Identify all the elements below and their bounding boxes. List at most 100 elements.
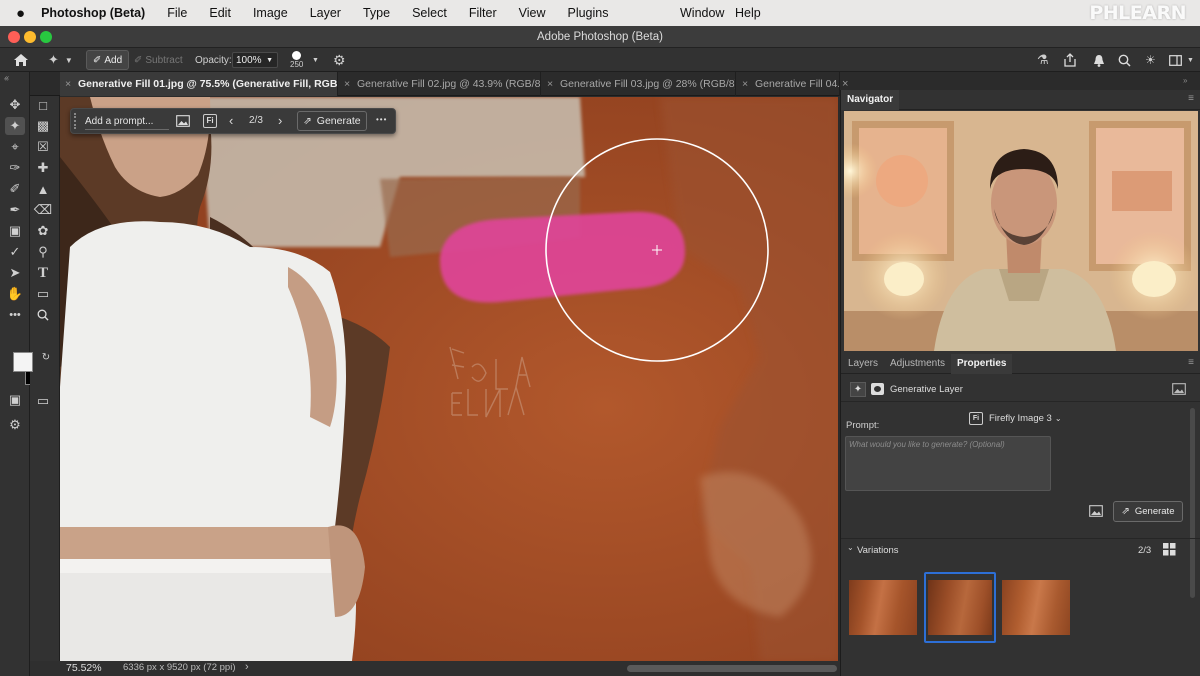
crop-tool-icon[interactable]: ⌖ [5,138,25,156]
menu-help[interactable]: Help [735,6,761,20]
model-picker[interactable]: Fi Firefly Image 3 ⌄ [969,412,1062,425]
rectangle-marquee-tool-icon[interactable]: □ [33,96,53,114]
collapse-dock-icon[interactable]: » [1183,76,1187,85]
navigator-preview[interactable] [844,111,1198,351]
chevron-down-icon[interactable]: ▼ [1187,48,1194,72]
pen-tool-icon[interactable]: ✓ [5,243,25,261]
document-tab-1[interactable]: × Generative Fill 01.jpg @ 75.5% (Genera… [60,72,338,96]
reference-image-icon[interactable] [1089,505,1103,520]
variation-thumbnail-1[interactable] [849,580,917,635]
menu-type[interactable]: Type [363,6,390,20]
zoom-level[interactable]: 75.52% [66,662,102,674]
apple-icon[interactable]: ● [16,6,25,21]
variation-thumbnail-2-selected[interactable] [924,572,996,643]
gradient-tool-icon[interactable]: ▣ [5,222,25,240]
beaker-icon[interactable]: ⚗ [1037,48,1049,72]
brush-size-picker[interactable]: 250 [290,48,303,72]
prompt-textarea[interactable]: What would you like to generate? (Option… [845,436,1051,491]
stamp-tool-icon[interactable]: ▲ [33,180,53,198]
menu-image[interactable]: Image [253,6,288,20]
home-button[interactable] [13,48,29,72]
variation-thumbnail-3[interactable] [1002,580,1070,635]
rectangle-tool-icon[interactable]: ▭ [33,285,53,303]
panel-menu-icon[interactable]: ≡ [1188,93,1194,104]
eyedropper-tool-icon[interactable]: ✑ [5,159,25,177]
more-options-button[interactable]: ••• [376,115,387,124]
add-mode-button[interactable]: ✐ Add [86,50,130,70]
hand-tool-icon[interactable]: ✋ [5,285,25,303]
generate-button[interactable]: ⇗ Generate [1113,501,1183,522]
firefly-model-icon[interactable]: Fi [203,114,217,128]
menu-edit[interactable]: Edit [209,6,231,20]
quick-mask-icon[interactable]: ▣ [5,391,25,409]
type-tool-icon[interactable]: T [33,264,53,282]
minimize-window-button[interactable] [24,31,36,43]
search-icon[interactable] [1118,48,1131,72]
more-tools-icon[interactable]: ••• [5,306,25,324]
subtract-mode-button[interactable]: ✐ Subtract [134,48,183,72]
swap-colors-icon[interactable]: ↻ [36,348,56,366]
screen-mode-icon[interactable]: ⚙ [5,416,25,434]
menu-window[interactable]: Window [680,6,724,20]
gear-icon[interactable]: ⚙ [333,48,346,72]
menu-filter[interactable]: Filter [469,6,497,20]
tab-navigator[interactable]: Navigator [841,90,900,110]
chevron-down-icon[interactable]: ▼ [312,48,319,72]
panel-scrollbar[interactable] [1190,408,1195,598]
close-tab-icon[interactable]: × [547,72,553,96]
clone-stamp-tool-icon[interactable]: ✒ [5,201,25,219]
zoom-window-button[interactable] [40,31,52,43]
variations-label: Variations [857,545,899,556]
document-canvas[interactable] [60,97,838,661]
spot-healing-tool-icon[interactable]: ✚ [33,159,53,177]
prompt-input[interactable]: Add a prompt... [85,113,169,130]
move-tool-icon[interactable]: ✥ [5,96,25,114]
workspace-icon[interactable] [1169,48,1182,72]
blur-tool-icon[interactable]: ✿ [33,222,53,240]
opacity-field[interactable]: 100% ▼ [232,52,278,68]
change-screen-mode-icon[interactable]: ▭ [33,392,53,410]
path-selection-tool-icon[interactable]: ➤ [5,264,25,282]
tab-overflow-icon[interactable]: × [842,78,848,90]
document-tab-4[interactable]: × Generative Fill 04. [737,72,840,96]
foreground-color-swatch[interactable] [13,352,33,372]
panel-menu-icon[interactable]: ≡ [1188,357,1194,368]
menu-file[interactable]: File [167,6,187,20]
zoom-tool-icon[interactable] [33,306,53,324]
menu-select[interactable]: Select [412,6,447,20]
generate-button[interactable]: ⇗ Generate [297,111,367,131]
close-window-button[interactable] [8,31,20,43]
close-tab-icon[interactable]: × [65,72,71,96]
bell-icon[interactable] [1093,48,1105,72]
menu-plugins[interactable]: Plugins [567,6,608,20]
reference-image-icon[interactable] [176,115,190,130]
tab-layers[interactable]: Layers [848,354,878,374]
object-selection-tool-icon[interactable]: ▩ [33,117,53,135]
menu-app-name[interactable]: Photoshop (Beta) [41,6,145,20]
close-tab-icon[interactable]: × [742,72,748,96]
brush-tool-icon[interactable]: ✐ [5,180,25,198]
document-tab-2[interactable]: × Generative Fill 02.jpg @ 43.9% (RGB/8) [339,72,541,96]
document-tab-3[interactable]: × Generative Fill 03.jpg @ 28% (RGB/8) [542,72,736,96]
tool-preset-picker[interactable]: ✦ ▼ [48,48,73,72]
menu-layer[interactable]: Layer [310,6,341,20]
grid-view-icon[interactable] [1163,543,1176,556]
previous-variation-button[interactable]: ‹ [229,113,233,128]
dodge-tool-icon[interactable]: ⚲ [33,243,53,261]
tab-properties[interactable]: Properties [951,354,1013,374]
reference-image-icon[interactable] [1172,383,1186,398]
share-icon[interactable] [1063,48,1077,72]
collapse-panels-icon[interactable]: « [4,74,8,83]
variations-header[interactable]: ⌄ Variations 2/3 [841,538,1200,560]
next-variation-button[interactable]: › [278,113,282,128]
frame-tool-icon[interactable]: ☒ [33,138,53,156]
lightbulb-icon[interactable]: ☀ [1145,48,1156,72]
eraser-tool-icon[interactable]: ⌫ [33,201,53,219]
close-tab-icon[interactable]: × [344,72,350,96]
menu-view[interactable]: View [519,6,546,20]
tab-adjustments[interactable]: Adjustments [890,354,945,374]
quick-selection-tool-icon[interactable]: ✦ [5,117,25,135]
status-expand-icon[interactable]: › [245,661,249,673]
horizontal-scrollbar[interactable] [627,665,837,672]
drag-handle-icon[interactable] [74,113,78,129]
